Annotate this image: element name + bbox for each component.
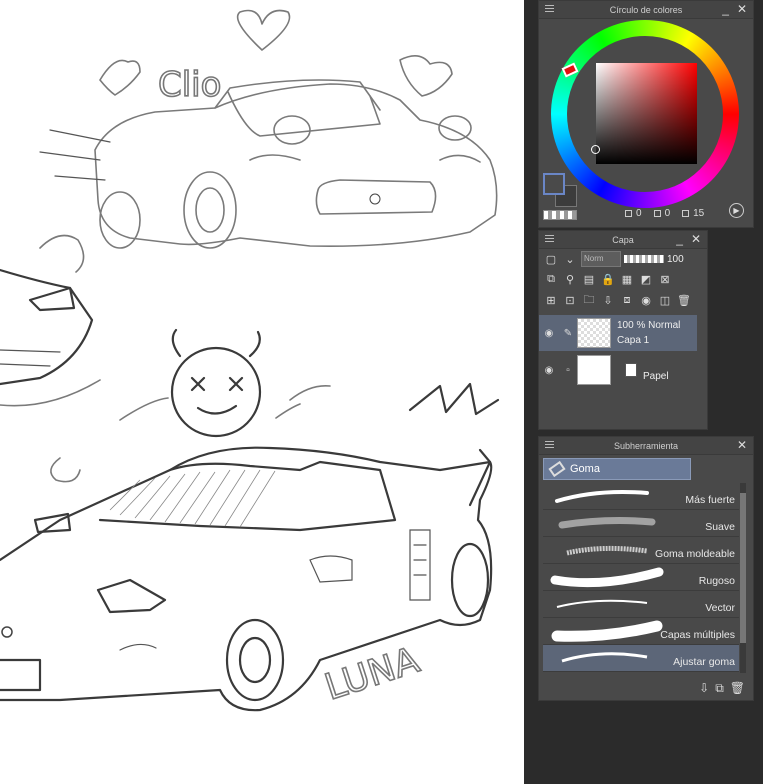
subtool-panel: Subherramienta ✕ Goma Más fuerte Suave G… — [538, 436, 754, 701]
panel-title: Capa — [612, 234, 634, 245]
subtool-item-suave[interactable]: Suave — [543, 510, 739, 537]
reference-icon[interactable]: ⚲ — [562, 271, 578, 287]
brush-stroke-preview — [558, 517, 656, 529]
brush-stroke-preview — [556, 599, 648, 608]
panel-title: Círculo de colores — [609, 4, 683, 15]
brush-stroke-preview — [561, 652, 648, 663]
eraser-icon — [548, 460, 566, 478]
layer-action-row: ⊞ ⊡ 🗀 ⇩ ⧈ ◉ ◫ 🗑 — [543, 292, 692, 308]
duplicate-icon[interactable]: ⧉ — [715, 681, 724, 696]
clip-icon[interactable]: ⧉ — [543, 271, 559, 287]
layer-mode: 100 % Normal — [617, 320, 681, 331]
menu-grip-icon[interactable] — [545, 5, 554, 14]
hue-value: 0 — [636, 208, 642, 219]
sv-cursor[interactable] — [591, 145, 600, 154]
pen-icon: ✎ — [563, 327, 573, 339]
brightness-value: 15 — [693, 208, 705, 219]
layer-name: Capa 1 — [617, 335, 650, 346]
hue-icon — [625, 210, 632, 217]
opacity-value[interactable]: 100 — [667, 254, 684, 265]
eye-icon[interactable]: ◉ — [539, 365, 559, 376]
import-icon[interactable]: ⇩ — [699, 681, 709, 696]
new-raster-layer-icon[interactable]: ⊞ — [543, 292, 559, 308]
layer-mask-icon[interactable]: ◉ — [638, 292, 654, 308]
subtool-label: Ajustar goma — [673, 656, 735, 668]
saturation-value-square[interactable] — [596, 63, 697, 164]
blend-mode-select[interactable]: Norm — [581, 251, 621, 267]
lock-icon[interactable]: 🔒 — [600, 271, 616, 287]
saturation-value: 0 — [664, 208, 671, 219]
clio-sketch-text: Clio — [158, 65, 221, 105]
brush-stroke-preview — [555, 490, 649, 503]
subtool-list: Más fuerte Suave Goma moldeable Rugoso V… — [543, 483, 739, 672]
apply-mask-icon[interactable]: ◫ — [657, 292, 673, 308]
layer-name: Papel — [643, 370, 669, 382]
hsv-readout: 0 0 15 — [625, 208, 704, 219]
sketch-artwork: Clio LUNA — [0, 9, 500, 712]
layer-row-capa-1[interactable]: ◉ ✎ 100 % Normal Capa 1 — [539, 315, 697, 351]
subtool-panel-header[interactable]: Subherramienta ✕ — [539, 437, 753, 455]
subtool-label: Capas múltiples — [660, 629, 735, 641]
close-button[interactable]: ✕ — [691, 232, 701, 246]
lock-transparency-icon[interactable]: ▦ — [619, 271, 635, 287]
subtool-label: Más fuerte — [685, 494, 735, 506]
drawing-canvas[interactable]: Clio LUNA — [0, 0, 524, 784]
transparent-color-swatch[interactable] — [543, 210, 577, 220]
opacity-slider[interactable] — [624, 255, 664, 263]
main-color-swatch[interactable] — [543, 173, 565, 195]
color-wheel-panel: Círculo de colores _ ✕ 0 0 15 ▶ — [538, 0, 754, 228]
layer-row-papel[interactable]: ◉ ▫ Papel — [539, 352, 697, 388]
subtool-label: Rugoso — [698, 575, 735, 587]
subtool-label: Vector — [705, 602, 735, 614]
layer-thumbnail — [577, 355, 611, 385]
trash-icon[interactable]: 🗑 — [730, 681, 745, 696]
trash-icon[interactable]: 🗑 — [676, 292, 692, 308]
transfer-down-icon[interactable]: ⇩ — [600, 292, 616, 308]
subtool-footer: ⇩ ⧉ 🗑 — [699, 681, 745, 696]
panel-title: Subherramienta — [613, 440, 679, 451]
mask-icon[interactable]: ◩ — [638, 271, 654, 287]
draft-icon[interactable]: ▤ — [581, 271, 597, 287]
tool-tab-label: Goma — [570, 463, 600, 475]
brush-stroke-preview — [551, 620, 663, 642]
subtool-item-vector[interactable]: Vector — [543, 591, 739, 618]
ruler-icon[interactable]: ⊠ — [657, 271, 673, 287]
menu-grip-icon[interactable] — [545, 441, 554, 450]
value-icon — [682, 210, 690, 217]
layer-thumbnail — [577, 318, 611, 348]
layer-panel-header[interactable]: Capa _ ✕ — [539, 231, 707, 249]
saturation-icon — [653, 210, 661, 217]
tool-tab-goma[interactable]: Goma — [543, 458, 691, 480]
subtool-item-rugoso[interactable]: Rugoso — [543, 564, 739, 591]
subtool-item-ajustar-goma[interactable]: Ajustar goma — [543, 645, 739, 672]
chevron-down-icon[interactable]: ⌄ — [562, 251, 578, 267]
luna-sketch-text: LUNA — [320, 640, 424, 709]
new-folder-icon[interactable]: 🗀 — [581, 292, 597, 308]
brush-stroke-preview — [550, 567, 664, 588]
play-icon[interactable]: ▶ — [729, 203, 744, 218]
color-wheel-header[interactable]: Círculo de colores _ ✕ — [539, 1, 753, 19]
pen-slot: ▫ — [566, 364, 570, 376]
subtool-scrollbar[interactable] — [740, 483, 746, 673]
close-button[interactable]: ✕ — [737, 2, 747, 16]
subtool-label: Goma moldeable — [655, 548, 735, 560]
layer-panel: Capa _ ✕ ▢ ⌄ Norm 100 ⧉ ⚲ ▤ 🔒 ▦ ◩ ⊠ ⊞ ⊡ … — [538, 230, 708, 430]
subtool-item-goma-moldeable[interactable]: Goma moldeable — [543, 537, 739, 564]
minimize-button[interactable]: _ — [676, 232, 683, 246]
merge-icon[interactable]: ⧈ — [619, 292, 635, 308]
eye-icon[interactable]: ◉ — [539, 328, 559, 339]
subtool-item-mas-fuerte[interactable]: Más fuerte — [543, 483, 739, 510]
close-button[interactable]: ✕ — [737, 438, 747, 452]
brush-stroke-preview — [566, 545, 648, 556]
layer-property-row: ▢ ⌄ Norm 100 — [543, 251, 684, 267]
minimize-button[interactable]: _ — [722, 2, 729, 16]
paper-icon — [625, 363, 637, 377]
menu-grip-icon[interactable] — [545, 235, 554, 244]
new-vector-layer-icon[interactable]: ⊡ — [562, 292, 578, 308]
subtool-label: Suave — [705, 521, 735, 533]
layer-color-icon[interactable]: ▢ — [543, 251, 559, 267]
subtool-item-capas-multiples[interactable]: Capas múltiples — [543, 618, 739, 645]
layer-lock-row: ⧉ ⚲ ▤ 🔒 ▦ ◩ ⊠ — [543, 271, 673, 287]
